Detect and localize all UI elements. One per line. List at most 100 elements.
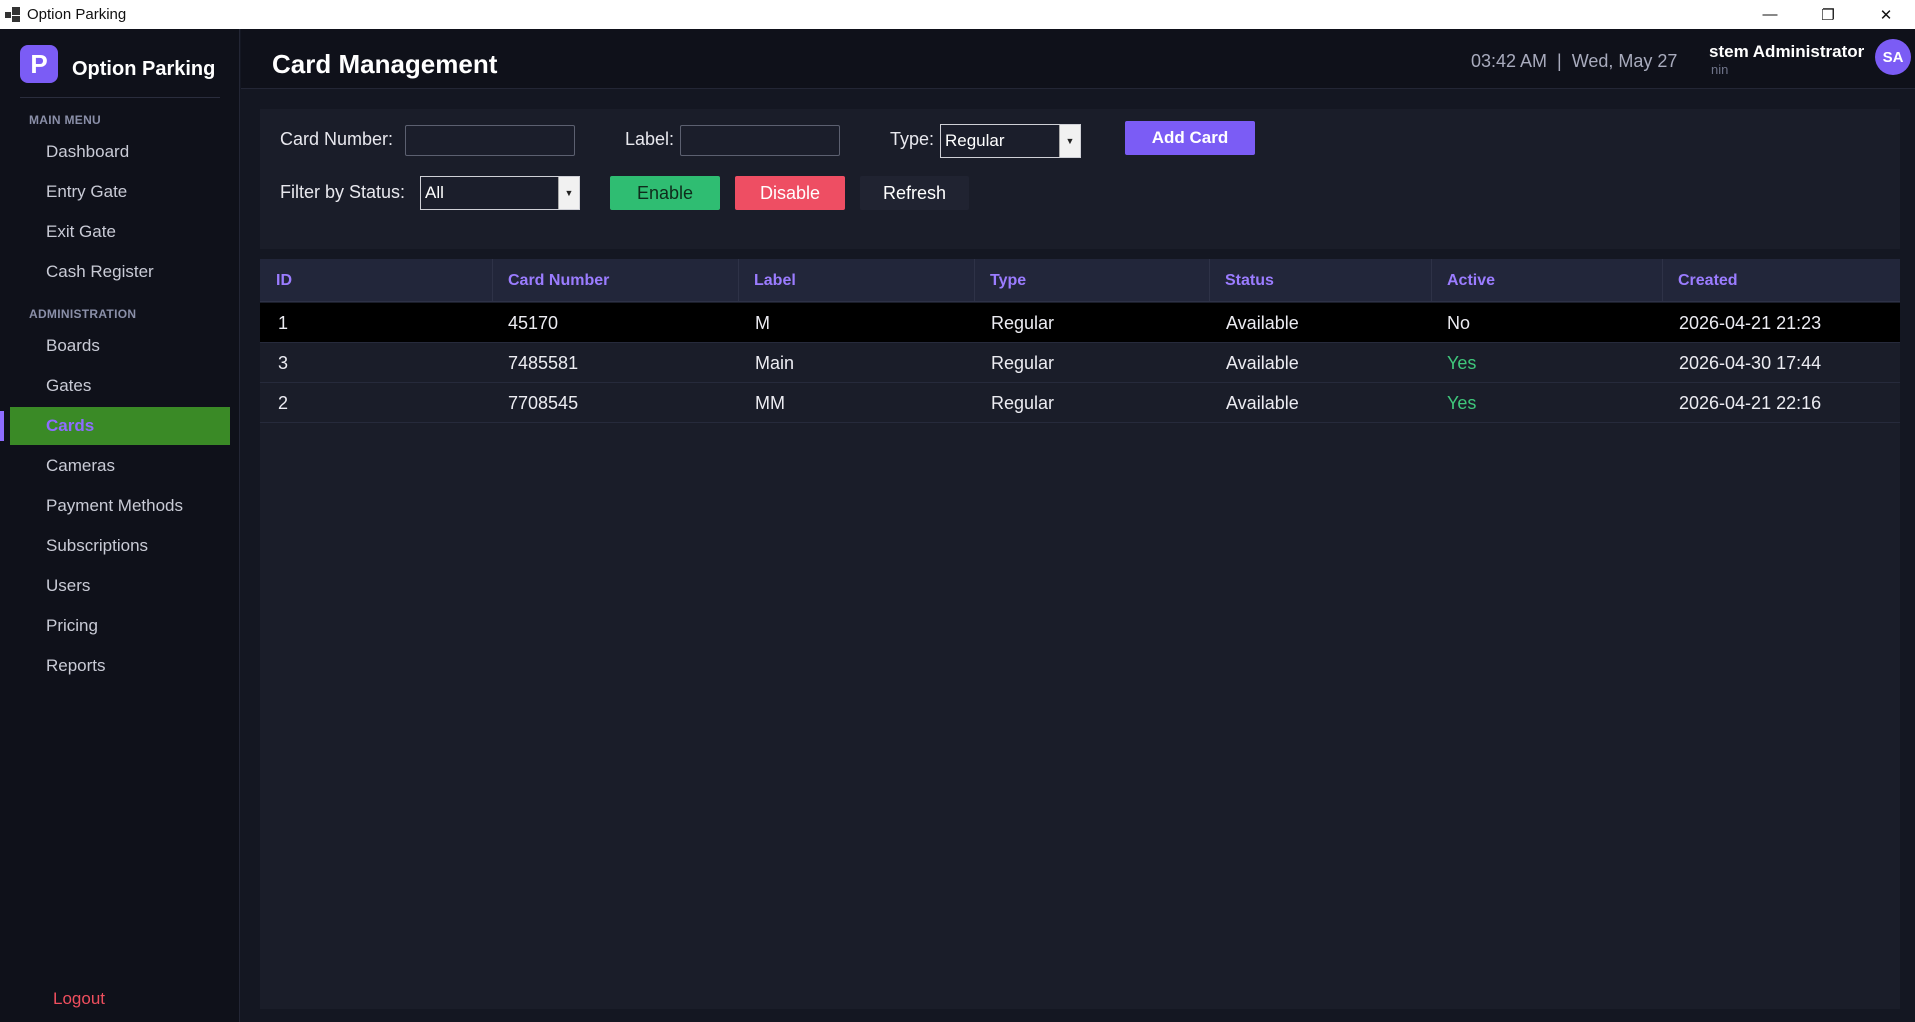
sidebar-item-pricing[interactable]: Pricing	[10, 607, 230, 645]
status-filter-select[interactable]: All ▼	[420, 176, 580, 210]
main-menu-label: MAIN MENU	[29, 113, 102, 127]
table-row[interactable]: 3 7485581 Main Regular Available Yes 202…	[260, 343, 1900, 383]
clock: 03:42 AM | Wed, May 27	[1471, 51, 1678, 71]
column-divider	[1431, 259, 1432, 302]
restore-button[interactable]: ❐	[1799, 0, 1857, 29]
column-header-active[interactable]: Active	[1447, 272, 1495, 290]
column-header-status[interactable]: Status	[1225, 272, 1274, 290]
disable-button[interactable]: Disable	[735, 176, 845, 210]
sidebar-item-label: Users	[46, 576, 91, 595]
cell-type: Regular	[991, 313, 1055, 333]
sidebar-item-cash-register[interactable]: Cash Register	[10, 253, 230, 291]
window-title: Option Parking	[27, 6, 127, 23]
cell-created: 2026-04-21 21:23	[1679, 313, 1822, 333]
card-number-input[interactable]	[405, 125, 575, 156]
sidebar-item-cameras[interactable]: Cameras	[10, 447, 230, 485]
cell-card-number: 7708545	[508, 393, 579, 413]
administration-label: ADMINISTRATION	[29, 307, 137, 321]
cell-card-number: 7485581	[508, 353, 579, 373]
user-role: nin	[1711, 62, 1729, 77]
add-card-button[interactable]: Add Card	[1125, 121, 1255, 155]
cell-type: Regular	[991, 353, 1055, 373]
sidebar-item-label: Payment Methods	[46, 496, 184, 515]
chevron-down-icon: ▼	[558, 177, 579, 209]
card-form-panel: Card Number: Label: Type: Regular ▼ Add …	[260, 109, 1900, 249]
app-icon	[5, 6, 21, 23]
brand: P Option Parking	[20, 45, 215, 83]
user-name: stem Administrator	[1709, 42, 1865, 61]
sidebar-item-entry-gate[interactable]: Entry Gate	[10, 173, 230, 211]
refresh-button[interactable]: Refresh	[860, 176, 969, 210]
brand-logo-icon: P	[20, 45, 58, 83]
sidebar-item-subscriptions[interactable]: Subscriptions	[10, 527, 230, 565]
cell-created: 2026-04-30 17:44	[1679, 353, 1822, 373]
sidebar-item-label: Reports	[46, 656, 106, 675]
sidebar-item-boards[interactable]: Boards	[10, 327, 230, 365]
filter-status-label: Filter by Status:	[280, 182, 406, 202]
page-title: Card Management	[272, 49, 498, 79]
cell-type: Regular	[991, 393, 1055, 413]
column-divider	[738, 259, 739, 302]
chevron-down-icon: ▼	[1059, 125, 1080, 157]
sidebar-item-payment-methods[interactable]: Payment Methods	[10, 487, 230, 525]
sidebar-item-exit-gate[interactable]: Exit Gate	[10, 213, 230, 251]
cell-id: 2	[278, 393, 289, 413]
enable-button[interactable]: Enable	[610, 176, 720, 210]
type-select[interactable]: Regular ▼	[940, 124, 1081, 158]
active-nav-indicator	[0, 411, 4, 441]
table-row[interactable]: 2 7708545 MM Regular Available Yes 2026-…	[260, 383, 1900, 423]
status-filter-value: All	[425, 183, 444, 202]
sidebar-item-label: Entry Gate	[46, 182, 128, 201]
sidebar-item-label: Exit Gate	[46, 222, 116, 241]
label-input[interactable]	[680, 125, 840, 156]
cell-active: Yes	[1447, 393, 1477, 413]
column-divider	[1209, 259, 1210, 302]
cell-id: 3	[278, 353, 289, 373]
cards-table: ID Card Number Label Type Status Active …	[260, 259, 1900, 1009]
cell-label: M	[755, 313, 770, 333]
column-header-id[interactable]: ID	[276, 272, 292, 290]
sidebar-item-reports[interactable]: Reports	[10, 647, 230, 685]
column-divider	[974, 259, 975, 302]
minimize-icon: —	[1762, 6, 1778, 23]
sidebar-item-label: Cameras	[46, 456, 115, 475]
sidebar-item-dashboard[interactable]: Dashboard	[10, 133, 230, 171]
sidebar-item-label: Boards	[46, 336, 100, 355]
sidebar-item-cards[interactable]: Cards	[10, 407, 230, 445]
sidebar-item-label: Cash Register	[46, 262, 154, 281]
sidebar-item-gates[interactable]: Gates	[10, 367, 230, 405]
table-row[interactable]: 1 45170 M Regular Available No 2026-04-2…	[260, 303, 1900, 343]
cell-active: No	[1447, 313, 1471, 333]
brand-divider	[20, 97, 220, 98]
brand-name: Option Parking	[72, 57, 216, 80]
type-label: Type:	[890, 129, 935, 149]
sidebar-item-label: Subscriptions	[46, 536, 149, 555]
cell-status: Available	[1226, 393, 1299, 413]
card-number-label: Card Number:	[280, 129, 394, 149]
cell-status: Available	[1226, 353, 1299, 373]
column-divider	[492, 259, 493, 302]
column-header-card-number[interactable]: Card Number	[508, 272, 609, 290]
sidebar-item-users[interactable]: Users	[10, 567, 230, 605]
sidebar-item-label: Cards	[46, 416, 95, 435]
avatar[interactable]: SA	[1875, 39, 1911, 75]
minimize-button[interactable]: —	[1741, 0, 1799, 29]
cell-label: Main	[755, 353, 795, 373]
sidebar-item-label: Gates	[46, 376, 92, 395]
logout-button[interactable]: Logout	[53, 989, 105, 1009]
cell-id: 1	[278, 313, 289, 333]
restore-icon: ❐	[1821, 6, 1835, 24]
close-button[interactable]: ✕	[1857, 0, 1915, 29]
sidebar-item-label: Dashboard	[46, 142, 130, 161]
column-header-label[interactable]: Label	[754, 272, 796, 290]
cell-label: MM	[755, 393, 785, 413]
column-divider	[1662, 259, 1663, 302]
column-header-type[interactable]: Type	[990, 272, 1026, 290]
cell-created: 2026-04-21 22:16	[1679, 393, 1822, 413]
column-header-created[interactable]: Created	[1678, 272, 1738, 290]
sidebar: P Option Parking MAIN MENU Dashboard Ent…	[0, 29, 240, 1022]
type-select-value: Regular	[945, 131, 1005, 150]
window-titlebar: Option Parking — ❐ ✕	[0, 0, 1915, 29]
table-header: ID Card Number Label Type Status Active …	[260, 259, 1900, 302]
header: Card Management 03:42 AM | Wed, May 27 s…	[241, 29, 1915, 89]
